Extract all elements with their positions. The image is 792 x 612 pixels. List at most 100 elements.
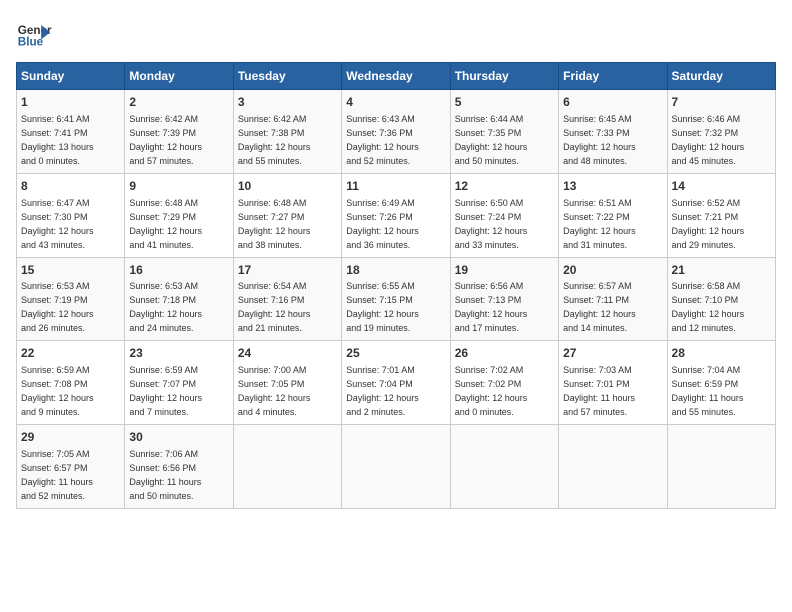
day-info: Sunrise: 6:49 AM Sunset: 7:26 PM Dayligh…: [346, 198, 419, 250]
day-info: Sunrise: 7:04 AM Sunset: 6:59 PM Dayligh…: [672, 365, 744, 417]
day-info: Sunrise: 6:43 AM Sunset: 7:36 PM Dayligh…: [346, 114, 419, 166]
day-info: Sunrise: 6:48 AM Sunset: 7:27 PM Dayligh…: [238, 198, 311, 250]
day-info: Sunrise: 6:58 AM Sunset: 7:10 PM Dayligh…: [672, 281, 745, 333]
calendar-cell: 24 Sunrise: 7:00 AM Sunset: 7:05 PM Dayli…: [233, 341, 341, 425]
calendar-cell: [233, 425, 341, 509]
day-header-thursday: Thursday: [450, 63, 558, 90]
calendar-cell: 23 Sunrise: 6:59 AM Sunset: 7:07 PM Dayli…: [125, 341, 233, 425]
calendar-cell: 20Sunrise: 6:57 AM Sunset: 7:11 PM Dayli…: [559, 257, 667, 341]
calendar-cell: [342, 425, 450, 509]
calendar-cell: 3 Sunrise: 6:42 AM Sunset: 7:38 PM Daylig…: [233, 90, 341, 174]
calendar-cell: 1 Sunrise: 6:41 AM Sunset: 7:41 PM Daylig…: [17, 90, 125, 174]
day-info: Sunrise: 6:50 AM Sunset: 7:24 PM Dayligh…: [455, 198, 528, 250]
day-info: Sunrise: 6:45 AM Sunset: 7:33 PM Dayligh…: [563, 114, 636, 166]
svg-text:Blue: Blue: [18, 36, 44, 49]
calendar-cell: 2 Sunrise: 6:42 AM Sunset: 7:39 PM Daylig…: [125, 90, 233, 174]
day-info: Sunrise: 6:59 AM Sunset: 7:08 PM Dayligh…: [21, 365, 94, 417]
calendar-cell: 11 Sunrise: 6:49 AM Sunset: 7:26 PM Dayli…: [342, 173, 450, 257]
day-number: 16: [129, 262, 228, 279]
day-number: 3: [238, 94, 337, 111]
calendar-cell: 21 Sunrise: 6:58 AM Sunset: 7:10 PM Dayli…: [667, 257, 775, 341]
day-number: 17: [238, 262, 337, 279]
day-number: 29: [21, 429, 120, 446]
day-info: Sunrise: 6:46 AM Sunset: 7:32 PM Dayligh…: [672, 114, 745, 166]
calendar-cell: 27 Sunrise: 7:03 AM Sunset: 7:01 PM Dayli…: [559, 341, 667, 425]
day-info: Sunrise: 6:56 AM Sunset: 7:13 PM Dayligh…: [455, 281, 528, 333]
day-number: 6: [563, 94, 662, 111]
day-number: 5: [455, 94, 554, 111]
day-info: Sunrise: 6:51 AM Sunset: 7:22 PM Dayligh…: [563, 198, 636, 250]
day-header-sunday: Sunday: [17, 63, 125, 90]
day-info: Sunrise: 6:55 AM Sunset: 7:15 PM Dayligh…: [346, 281, 419, 333]
calendar-cell: 30 Sunrise: 7:06 AM Sunset: 6:56 PM Dayli…: [125, 425, 233, 509]
calendar-cell: 29 Sunrise: 7:05 AM Sunset: 6:57 PM Dayli…: [17, 425, 125, 509]
calendar-cell: 19 Sunrise: 6:56 AM Sunset: 7:13 PM Dayli…: [450, 257, 558, 341]
day-number: 13: [563, 178, 662, 195]
day-info: Sunrise: 6:44 AM Sunset: 7:35 PM Dayligh…: [455, 114, 528, 166]
day-header-saturday: Saturday: [667, 63, 775, 90]
day-info: Sunrise: 7:01 AM Sunset: 7:04 PM Dayligh…: [346, 365, 419, 417]
day-header-friday: Friday: [559, 63, 667, 90]
day-number: 27: [563, 345, 662, 362]
day-number: 28: [672, 345, 771, 362]
day-number: 20: [563, 262, 662, 279]
day-info: Sunrise: 7:03 AM Sunset: 7:01 PM Dayligh…: [563, 365, 635, 417]
day-info: Sunrise: 7:05 AM Sunset: 6:57 PM Dayligh…: [21, 449, 93, 501]
day-info: Sunrise: 6:53 AM Sunset: 7:18 PM Dayligh…: [129, 281, 202, 333]
day-number: 10: [238, 178, 337, 195]
day-info: Sunrise: 6:42 AM Sunset: 7:39 PM Dayligh…: [129, 114, 202, 166]
calendar-cell: 5 Sunrise: 6:44 AM Sunset: 7:35 PM Daylig…: [450, 90, 558, 174]
day-number: 8: [21, 178, 120, 195]
day-number: 30: [129, 429, 228, 446]
day-number: 23: [129, 345, 228, 362]
day-info: Sunrise: 6:47 AM Sunset: 7:30 PM Dayligh…: [21, 198, 94, 250]
calendar-cell: 14 Sunrise: 6:52 AM Sunset: 7:21 PM Dayli…: [667, 173, 775, 257]
day-number: 26: [455, 345, 554, 362]
calendar-cell: 10 Sunrise: 6:48 AM Sunset: 7:27 PM Dayli…: [233, 173, 341, 257]
calendar-cell: 26 Sunrise: 7:02 AM Sunset: 7:02 PM Dayli…: [450, 341, 558, 425]
calendar-cell: [667, 425, 775, 509]
calendar-table: SundayMondayTuesdayWednesdayThursdayFrid…: [16, 62, 776, 509]
logo: General Blue: [16, 16, 52, 52]
day-number: 1: [21, 94, 120, 111]
calendar-cell: [450, 425, 558, 509]
calendar-cell: 28 Sunrise: 7:04 AM Sunset: 6:59 PM Dayli…: [667, 341, 775, 425]
day-number: 25: [346, 345, 445, 362]
calendar-cell: 8 Sunrise: 6:47 AM Sunset: 7:30 PM Daylig…: [17, 173, 125, 257]
day-header-monday: Monday: [125, 63, 233, 90]
calendar-cell: [559, 425, 667, 509]
day-number: 14: [672, 178, 771, 195]
calendar-cell: 25 Sunrise: 7:01 AM Sunset: 7:04 PM Dayli…: [342, 341, 450, 425]
calendar-cell: 12 Sunrise: 6:50 AM Sunset: 7:24 PM Dayli…: [450, 173, 558, 257]
day-number: 15: [21, 262, 120, 279]
day-number: 11: [346, 178, 445, 195]
day-number: 21: [672, 262, 771, 279]
day-info: Sunrise: 7:06 AM Sunset: 6:56 PM Dayligh…: [129, 449, 201, 501]
day-number: 12: [455, 178, 554, 195]
day-header-tuesday: Tuesday: [233, 63, 341, 90]
day-info: Sunrise: 6:42 AM Sunset: 7:38 PM Dayligh…: [238, 114, 311, 166]
day-number: 24: [238, 345, 337, 362]
calendar-cell: 17 Sunrise: 6:54 AM Sunset: 7:16 PM Dayli…: [233, 257, 341, 341]
day-info: Sunrise: 6:59 AM Sunset: 7:07 PM Dayligh…: [129, 365, 202, 417]
calendar-cell: 22 Sunrise: 6:59 AM Sunset: 7:08 PM Dayli…: [17, 341, 125, 425]
day-info: Sunrise: 7:02 AM Sunset: 7:02 PM Dayligh…: [455, 365, 528, 417]
day-info: Sunrise: 6:54 AM Sunset: 7:16 PM Dayligh…: [238, 281, 311, 333]
header: General Blue: [16, 16, 776, 52]
day-number: 19: [455, 262, 554, 279]
calendar-cell: 6 Sunrise: 6:45 AM Sunset: 7:33 PM Daylig…: [559, 90, 667, 174]
day-info: Sunrise: 7:00 AM Sunset: 7:05 PM Dayligh…: [238, 365, 311, 417]
day-info: Sunrise: 6:53 AM Sunset: 7:19 PM Dayligh…: [21, 281, 94, 333]
day-info: Sunrise: 6:41 AM Sunset: 7:41 PM Dayligh…: [21, 114, 94, 166]
day-number: 7: [672, 94, 771, 111]
day-number: 22: [21, 345, 120, 362]
calendar-cell: 18Sunrise: 6:55 AM Sunset: 7:15 PM Dayli…: [342, 257, 450, 341]
day-info: Sunrise: 6:52 AM Sunset: 7:21 PM Dayligh…: [672, 198, 745, 250]
calendar-cell: 7 Sunrise: 6:46 AM Sunset: 7:32 PM Daylig…: [667, 90, 775, 174]
calendar-cell: 15 Sunrise: 6:53 AM Sunset: 7:19 PM Dayli…: [17, 257, 125, 341]
calendar-cell: 9Sunrise: 6:48 AM Sunset: 7:29 PM Daylig…: [125, 173, 233, 257]
day-number: 4: [346, 94, 445, 111]
day-header-wednesday: Wednesday: [342, 63, 450, 90]
day-number: 2: [129, 94, 228, 111]
calendar-cell: 4 Sunrise: 6:43 AM Sunset: 7:36 PM Daylig…: [342, 90, 450, 174]
